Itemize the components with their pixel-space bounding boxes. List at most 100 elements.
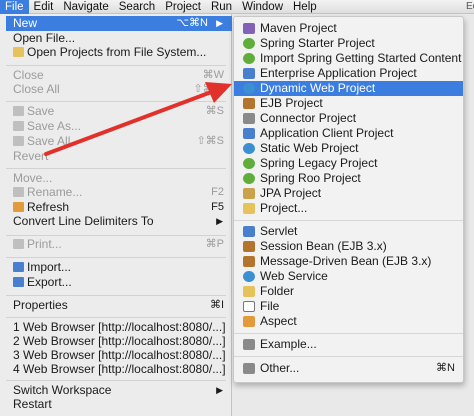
- menu-separator: [6, 380, 226, 381]
- submenu-arrow-icon: ▶: [216, 216, 223, 226]
- bean-icon: [243, 256, 255, 267]
- menu-separator: [6, 235, 226, 236]
- menu-help[interactable]: Help: [288, 0, 322, 14]
- submenu-item-other[interactable]: Other... ⌘N: [234, 361, 463, 376]
- menu-item-convert-line-delimiters[interactable]: Convert Line Delimiters To ▶: [0, 214, 232, 229]
- bean-icon: [243, 241, 255, 252]
- submenu-item-label: Static Web Project: [260, 141, 359, 155]
- shortcut-label: ⇧⌘S: [196, 135, 224, 147]
- submenu-item-enterprise-application-project[interactable]: Enterprise Application Project: [234, 66, 463, 81]
- submenu-separator: [234, 220, 463, 221]
- submenu-item-aspect[interactable]: Aspect: [234, 314, 463, 329]
- submenu-arrow-icon: ▶: [216, 18, 223, 28]
- menu-search[interactable]: Search: [114, 0, 160, 14]
- shortcut-label: ⌥⌘N: [176, 17, 208, 29]
- ejb-icon: [243, 98, 255, 109]
- submenu-item-label: Connector Project: [260, 111, 357, 125]
- menu-item-rename[interactable]: Rename... F2: [0, 185, 232, 200]
- submenu-separator: [234, 333, 463, 334]
- submenu-separator: [234, 356, 463, 357]
- submenu-item-import-spring-getting-started[interactable]: Import Spring Getting Started Content: [234, 51, 463, 66]
- menu-item-open-file[interactable]: Open File...: [0, 31, 232, 46]
- menubar-right-fragment: Ec: [466, 1, 474, 12]
- menu-navigate[interactable]: Navigate: [58, 0, 113, 14]
- submenu-item-dynamic-web-project[interactable]: Dynamic Web Project: [234, 81, 463, 96]
- save-as-icon: [13, 121, 24, 131]
- menu-item-print[interactable]: Print... ⌘P: [0, 237, 232, 252]
- submenu-item-project[interactable]: Project...: [234, 201, 463, 216]
- submenu-item-label: File: [260, 299, 280, 313]
- shortcut-label: ⌘I: [209, 299, 224, 311]
- aspect-icon: [243, 316, 255, 327]
- menu-item-open-projects[interactable]: Open Projects from File System...: [0, 45, 232, 60]
- submenu-item-label: Project...: [260, 201, 308, 215]
- submenu-item-spring-roo-project[interactable]: Spring Roo Project: [234, 171, 463, 186]
- menu-item-label: Save: [27, 104, 55, 118]
- submenu-item-label: Web Service: [260, 269, 328, 283]
- menu-item-recent-4[interactable]: 4 Web Browser [http://localhost:8080/...…: [0, 362, 232, 377]
- menu-item-label: Close: [13, 68, 44, 82]
- menu-item-switch-workspace[interactable]: Switch Workspace ▶: [0, 383, 232, 398]
- rename-icon: [13, 187, 24, 197]
- submenu-item-label: Other...: [260, 361, 300, 375]
- menu-item-label: Refresh: [27, 200, 70, 214]
- menu-item-refresh[interactable]: Refresh F5: [0, 200, 232, 215]
- file-menu: New ⌥⌘N ▶ Open File... Open Projects fro…: [0, 14, 232, 416]
- menu-item-import[interactable]: Import...: [0, 260, 232, 275]
- submenu-item-connector-project[interactable]: Connector Project: [234, 111, 463, 126]
- menu-run[interactable]: Run: [206, 0, 237, 14]
- submenu-item-spring-starter-project[interactable]: Spring Starter Project: [234, 36, 463, 51]
- menu-item-label: New: [13, 16, 38, 30]
- menu-item-move[interactable]: Move...: [0, 171, 232, 186]
- submenu-item-label: Application Client Project: [260, 126, 394, 140]
- submenu-item-example[interactable]: Example...: [234, 337, 463, 352]
- submenu-item-static-web-project[interactable]: Static Web Project: [234, 141, 463, 156]
- submenu-item-ejb-project[interactable]: EJB Project: [234, 96, 463, 111]
- menu-item-save[interactable]: Save ⌘S: [0, 104, 232, 119]
- submenu-item-servlet[interactable]: Servlet: [234, 224, 463, 239]
- menu-separator: [6, 65, 226, 66]
- menu-item-close-all[interactable]: Close All ⇧⌘W: [0, 82, 232, 97]
- submenu-item-file[interactable]: File: [234, 299, 463, 314]
- menu-item-label: Export...: [27, 275, 72, 289]
- menu-item-close[interactable]: Close ⌘W: [0, 68, 232, 83]
- menu-item-revert[interactable]: Revert: [0, 149, 232, 164]
- submenu-item-label: Enterprise Application Project: [260, 66, 417, 80]
- menu-item-label: Save All: [27, 134, 71, 148]
- globe-icon: [243, 143, 255, 154]
- import-icon: [13, 262, 24, 272]
- submenu-item-application-client-project[interactable]: Application Client Project: [234, 126, 463, 141]
- menu-window[interactable]: Window: [237, 0, 288, 14]
- folder-icon: [13, 47, 24, 57]
- menu-item-new[interactable]: New ⌥⌘N ▶: [6, 16, 232, 31]
- menu-item-properties[interactable]: Properties ⌘I: [0, 298, 232, 313]
- submenu-item-jpa-project[interactable]: JPA Project: [234, 186, 463, 201]
- menu-separator: [6, 317, 226, 318]
- menu-item-save-as[interactable]: Save As...: [0, 119, 232, 134]
- menu-file[interactable]: File: [0, 0, 29, 14]
- menu-project[interactable]: Project: [160, 0, 206, 14]
- submenu-item-maven-project[interactable]: Maven Project: [234, 21, 463, 36]
- submenu-item-session-bean[interactable]: Session Bean (EJB 3.x): [234, 239, 463, 254]
- menu-item-recent-2[interactable]: 2 Web Browser [http://localhost:8080/...…: [0, 334, 232, 349]
- menu-item-label: Import...: [27, 260, 72, 274]
- menu-item-recent-3[interactable]: 3 Web Browser [http://localhost:8080/...…: [0, 348, 232, 363]
- submenu-item-web-service[interactable]: Web Service: [234, 269, 463, 284]
- submenu-item-label: Folder: [260, 284, 295, 298]
- save-all-icon: [13, 136, 24, 146]
- menu-item-label: Open Projects from File System...: [27, 45, 207, 59]
- submenu-item-message-driven-bean[interactable]: Message-Driven Bean (EJB 3.x): [234, 254, 463, 269]
- spring-icon: [243, 158, 255, 169]
- shortcut-label: ⌘S: [205, 105, 224, 117]
- submenu-item-label: Import Spring Getting Started Content: [260, 51, 462, 65]
- menu-item-recent-1[interactable]: 1 Web Browser [http://localhost:8080/...…: [0, 320, 232, 335]
- submenu-item-spring-legacy-project[interactable]: Spring Legacy Project: [234, 156, 463, 171]
- menu-item-restart[interactable]: Restart: [0, 397, 232, 412]
- menu-item-save-all[interactable]: Save All ⇧⌘S: [0, 134, 232, 149]
- menu-separator: [6, 101, 226, 102]
- submenu-item-folder[interactable]: Folder: [234, 284, 463, 299]
- menu-edit[interactable]: Edit: [29, 0, 59, 14]
- save-icon: [13, 106, 24, 116]
- web-service-icon: [243, 271, 255, 282]
- menu-item-export[interactable]: Export...: [0, 275, 232, 290]
